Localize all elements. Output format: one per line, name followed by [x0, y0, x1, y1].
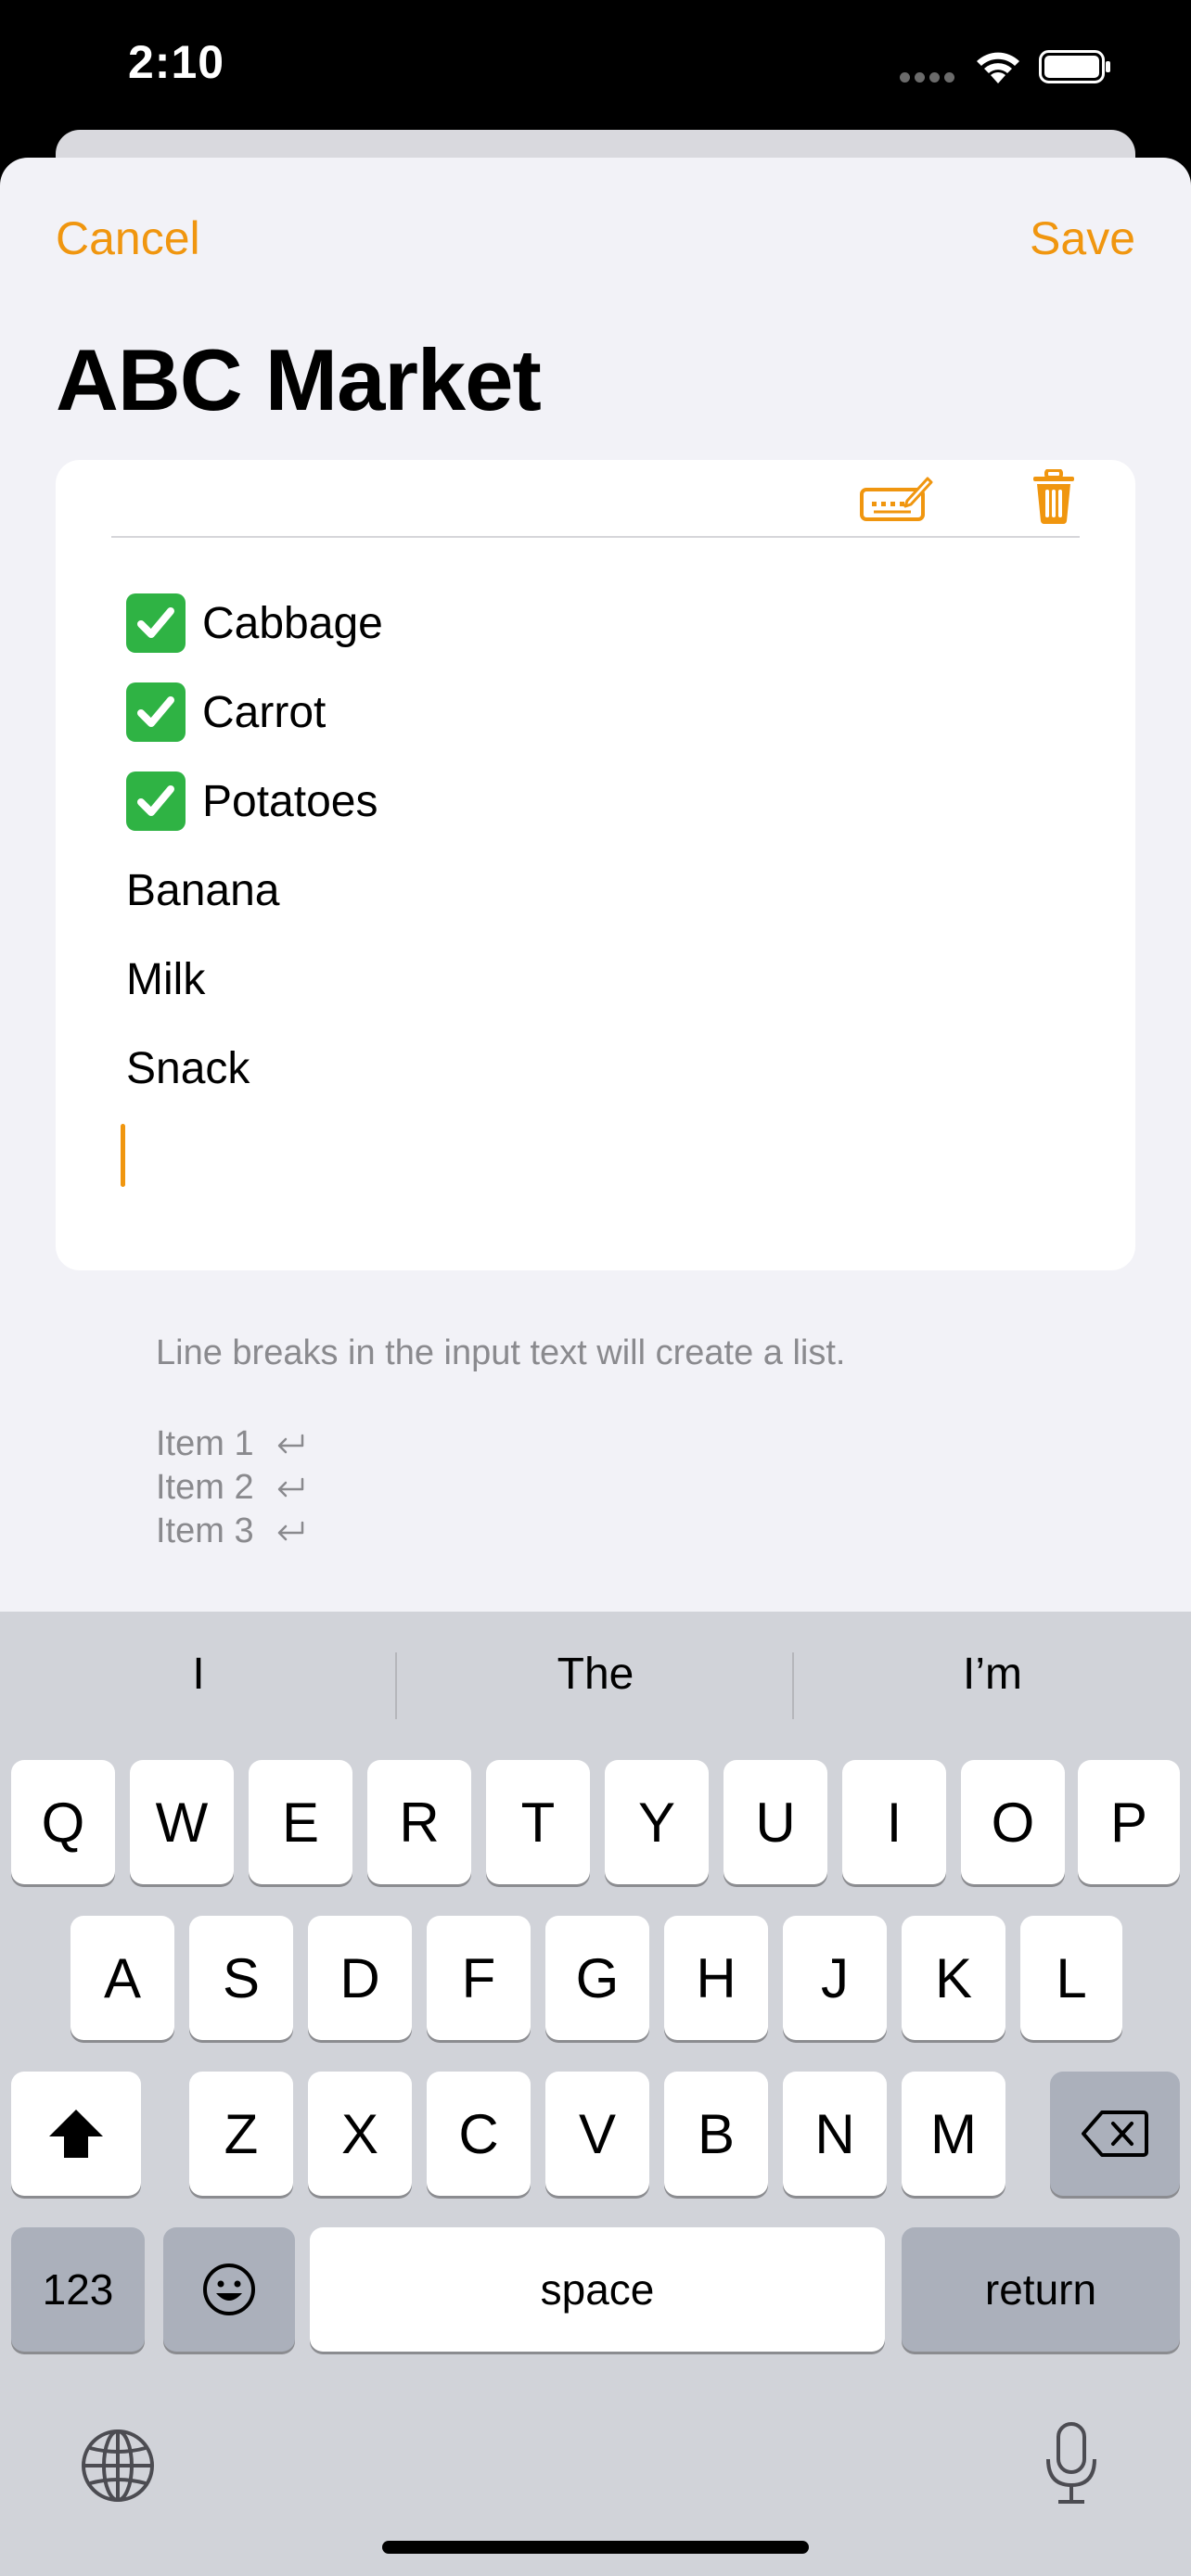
list-editor-card[interactable]: Cabbage Carrot Potatoes Banana Milk Snac…	[56, 460, 1135, 1270]
battery-icon	[1039, 50, 1110, 83]
page-title: ABC Market	[56, 331, 542, 428]
microphone-icon[interactable]	[1043, 2420, 1100, 2507]
save-button[interactable]: Save	[1030, 211, 1135, 265]
wifi-icon	[977, 52, 1019, 83]
cancel-button[interactable]: Cancel	[56, 211, 200, 265]
return-key[interactable]: return	[902, 2227, 1180, 2352]
return-icon	[277, 1434, 303, 1453]
list-item-label: Milk	[126, 954, 206, 1004]
suggestion-bar: I The I’m	[0, 1612, 1191, 1760]
key[interactable]: S	[189, 1916, 293, 2040]
emoji-button[interactable]	[163, 2227, 295, 2352]
key[interactable]: N	[783, 2072, 887, 2196]
key[interactable]: L	[1020, 1916, 1122, 2040]
keyboard: I The I’m Q W E R T Y U I O P A S D F G …	[0, 1612, 1191, 2576]
key[interactable]: W	[130, 1760, 234, 1884]
status-time: 2:10	[128, 36, 225, 88]
keyboard-edit-icon[interactable]	[859, 473, 933, 523]
list-item-label: Potatoes	[202, 776, 378, 826]
example-list: Item 1 Item 2 Item 3	[156, 1422, 306, 1553]
key[interactable]: P	[1078, 1760, 1180, 1884]
example-item: Item 3	[156, 1511, 254, 1550]
delete-button[interactable]	[1050, 2072, 1180, 2196]
key[interactable]: A	[70, 1916, 174, 2040]
example-item: Item 2	[156, 1468, 254, 1507]
checkmark-icon	[126, 593, 186, 653]
key[interactable]: B	[664, 2072, 768, 2196]
suggestion[interactable]: I’m	[794, 1649, 1191, 1700]
list-item[interactable]: Banana	[126, 846, 383, 935]
shopping-list: Cabbage Carrot Potatoes Banana Milk Snac…	[126, 579, 383, 1113]
key[interactable]: H	[664, 1916, 768, 2040]
space-key[interactable]: space	[310, 2227, 885, 2352]
key[interactable]: E	[249, 1760, 352, 1884]
cellular-signal-icon	[900, 72, 955, 83]
list-item[interactable]: Potatoes	[126, 757, 383, 846]
hint-text: Line breaks in the input text will creat…	[156, 1333, 846, 1372]
checkmark-icon	[126, 682, 186, 742]
key[interactable]: Y	[605, 1760, 709, 1884]
key[interactable]: T	[486, 1760, 590, 1884]
editor-toolbar	[111, 460, 1080, 538]
list-item-label: Cabbage	[202, 598, 383, 648]
trash-icon[interactable]	[1031, 469, 1076, 525]
key[interactable]: Q	[11, 1760, 115, 1884]
return-icon	[277, 1477, 303, 1497]
list-item[interactable]: Cabbage	[126, 579, 383, 668]
key[interactable]: D	[308, 1916, 412, 2040]
list-item-label: Snack	[126, 1043, 250, 1093]
key[interactable]: I	[842, 1760, 946, 1884]
list-item[interactable]: Carrot	[126, 668, 383, 757]
suggestion[interactable]: The	[397, 1649, 794, 1700]
emoji-icon	[203, 2264, 255, 2315]
key[interactable]: O	[961, 1760, 1065, 1884]
globe-icon[interactable]	[80, 2428, 156, 2504]
example-item: Item 1	[156, 1424, 254, 1463]
delete-icon	[1082, 2111, 1148, 2157]
list-item-label: Carrot	[202, 687, 327, 737]
key[interactable]: J	[783, 1916, 887, 2040]
status-bar: 2:10	[0, 0, 1191, 130]
key[interactable]: F	[427, 1916, 531, 2040]
key[interactable]: M	[902, 2072, 1005, 2196]
return-icon	[277, 1521, 303, 1540]
checkmark-icon	[126, 772, 186, 831]
home-indicator[interactable]	[382, 2541, 809, 2554]
key[interactable]: C	[427, 2072, 531, 2196]
key[interactable]: X	[308, 2072, 412, 2196]
list-item[interactable]: Milk	[126, 935, 383, 1024]
suggestion[interactable]: I	[0, 1649, 397, 1700]
shift-icon	[49, 2110, 103, 2158]
numbers-button[interactable]: 123	[11, 2227, 145, 2352]
list-item[interactable]: Snack	[126, 1024, 383, 1113]
text-cursor	[121, 1124, 125, 1187]
key[interactable]: G	[545, 1916, 649, 2040]
key[interactable]: V	[545, 2072, 649, 2196]
key[interactable]: K	[902, 1916, 1005, 2040]
list-item-label: Banana	[126, 865, 280, 915]
shift-button[interactable]	[11, 2072, 141, 2196]
key[interactable]: U	[724, 1760, 827, 1884]
key[interactable]: R	[367, 1760, 471, 1884]
key[interactable]: Z	[189, 2072, 293, 2196]
